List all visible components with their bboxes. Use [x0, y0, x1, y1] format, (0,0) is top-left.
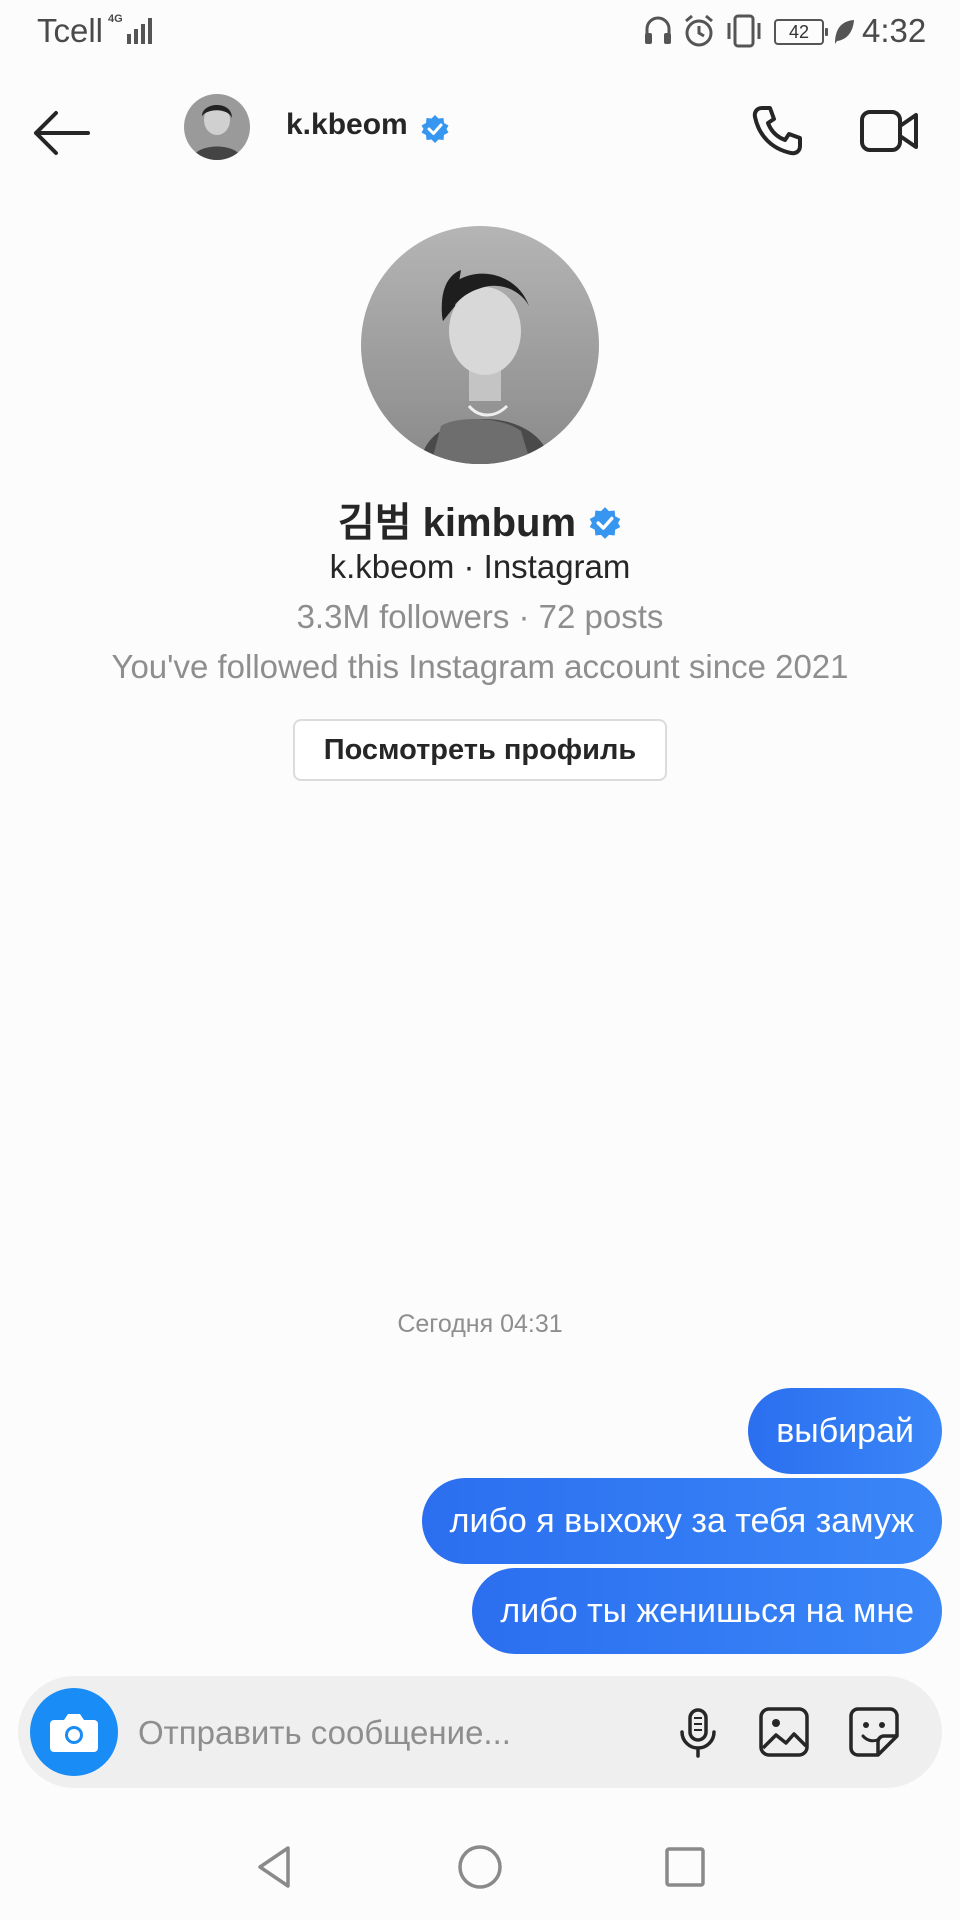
message-bubble[interactable]: выбирай — [748, 1388, 942, 1474]
nav-recents-icon[interactable] — [660, 1842, 710, 1892]
camera-icon — [50, 1714, 98, 1752]
message-composer — [18, 1676, 942, 1788]
chat-timestamp: Сегодня 04:31 — [397, 1310, 563, 1338]
back-arrow-icon[interactable] — [30, 108, 92, 158]
system-nav-bar — [0, 1810, 960, 1920]
profile-subtitle: k.kbeom · Instagram — [329, 548, 631, 585]
battery-icon: 42 — [774, 19, 828, 45]
phone-icon[interactable] — [748, 102, 806, 160]
battery-level: 42 — [788, 22, 810, 42]
message-bubble[interactable]: либо я выхожу за тебя замуж — [421, 1478, 942, 1564]
profile-follow-since: You've followed this Instagram account s… — [111, 648, 849, 685]
carrier-label: Tcell — [37, 12, 104, 49]
chat-header: k.kbeom — [0, 70, 960, 190]
view-profile-button[interactable]: Посмотреть профиль — [293, 719, 667, 781]
profile-stats: 3.3M followers · 72 posts — [296, 598, 664, 635]
gallery-icon[interactable] — [756, 1704, 812, 1760]
nav-back-icon[interactable] — [250, 1842, 300, 1892]
profile-display-name: 김범 kimbum — [0, 490, 960, 548]
profile-name-text: 김범 kimbum — [337, 501, 577, 545]
alarm-icon — [685, 14, 713, 47]
leaf-icon — [835, 20, 854, 44]
status-bar: Tcell 4G 42 4:32 — [0, 0, 960, 66]
verified-badge-icon — [421, 115, 449, 143]
signal-icon — [127, 18, 152, 44]
vibrate-icon — [727, 14, 761, 48]
microphone-icon[interactable] — [670, 1704, 726, 1760]
clock-time: 4:32 — [862, 12, 927, 49]
avatar-photo — [184, 94, 250, 160]
sticker-icon[interactable] — [846, 1704, 902, 1760]
headset-icon — [645, 16, 671, 44]
camera-button[interactable] — [30, 1688, 118, 1776]
profile-photo — [361, 226, 599, 464]
message-bubble[interactable]: либо ты женишься на мне — [472, 1568, 942, 1654]
header-username[interactable]: k.kbeom — [286, 108, 408, 142]
network-type-label: 4G — [108, 13, 123, 25]
message-input[interactable] — [136, 1702, 560, 1764]
profile-avatar[interactable] — [361, 226, 599, 464]
nav-home-icon[interactable] — [455, 1842, 505, 1892]
verified-badge-icon — [589, 507, 621, 539]
video-camera-icon[interactable] — [858, 102, 920, 160]
header-avatar[interactable] — [184, 94, 250, 160]
